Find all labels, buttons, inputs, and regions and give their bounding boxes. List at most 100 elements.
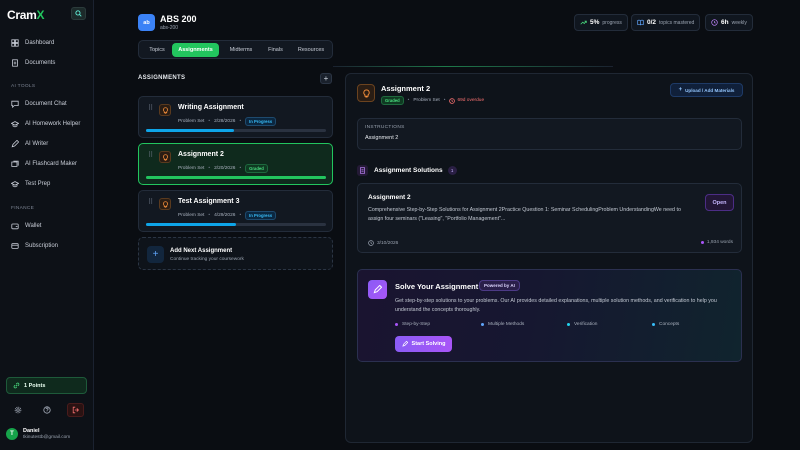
assignment-meta: Problem Set • 4/29/2026 • In Progress [178,211,277,220]
document-icon [11,59,19,67]
section-ai-tools: AI TOOLS [11,84,36,89]
app-logo[interactable]: CramX [7,8,44,22]
progress-bar [146,223,326,226]
assignments-heading: ASSIGNMENTS [138,75,186,81]
sidebar-item-ai-writer[interactable]: AI Writer [6,136,90,152]
sidebar-item-ai-flashcard-maker[interactable]: AI Flashcard Maker [6,156,90,172]
search-button[interactable] [71,7,86,20]
sidebar-item-wallet[interactable]: Wallet [6,218,90,234]
add-next-assignment-card[interactable]: + Add Next Assignment Continue tracking … [138,237,333,270]
sidebar-item-label: Subscription [25,243,59,249]
solutions-count: 1 [447,166,457,175]
search-icon [75,10,82,17]
stat-progress-value: 5% [590,19,600,26]
stat-weekly: 6h weekly [705,14,753,31]
sidebar-item-ai-homework-helper[interactable]: AI Homework Helper [6,116,90,132]
stat-weekly-value: 6h [721,19,729,26]
solution-word-count: 1,934 words [700,240,733,245]
assignment-meta: Problem Set • 2/28/2026 • In Progress [178,117,277,126]
lightbulb-icon [159,104,171,116]
lightbulb-icon [159,151,171,163]
progress-fill [146,129,235,132]
stat-mastered-value: 0/2 [647,19,657,26]
solutions-header: Assignment Solutions 1 [357,165,457,176]
assignment-date: 2/28/2026 [214,119,236,124]
settings-button[interactable] [9,403,26,417]
course-avatar: ab [138,14,155,31]
drag-handle-icon[interactable]: ⠿ [148,151,153,159]
plus-icon: + [147,246,164,263]
tab-midterms[interactable]: Midterms [222,43,260,57]
bullet-dot [567,323,570,326]
solve-title: Solve Your Assignment [395,282,479,291]
user-email: tkinutestb@gmail.com [23,435,71,440]
assignment-name: Test Assignment 3 [178,198,240,205]
sidebar-item-documents[interactable]: Documents [6,55,90,71]
sidebar-item-label: AI Writer [25,141,49,147]
assignment-name: Writing Assignment [178,104,244,111]
solution-card[interactable]: Assignment 2 Comprehensive Step-by-Step … [357,183,742,253]
sidebar-item-dashboard[interactable]: Dashboard [6,35,90,51]
user-profile[interactable]: T Daniel tkinutestb@gmail.com [6,428,70,440]
progress-bar [146,176,326,179]
clock-icon [449,97,456,104]
solutions-heading: Assignment Solutions [374,167,443,174]
bullet-dot [481,323,484,326]
solution-title: Assignment 2 [368,194,411,201]
tab-assignments[interactable]: Assignments [172,43,219,57]
status-badge: In Progress [245,211,277,220]
progress-fill [146,223,236,226]
start-solving-button[interactable]: Start Solving [395,336,452,352]
tab-resources[interactable]: Resources [292,43,330,57]
overdue-text: 69d overdue [457,98,485,103]
add-assignment-subtitle: Continue tracking your coursework [170,257,244,262]
page-title: ABS 200 [160,14,197,24]
status-badge: Graded [245,164,268,173]
sidebar-item-label: Document Chat [25,101,67,107]
pencil-icon [401,341,408,347]
upload-materials-button[interactable]: + Upload / Add Materials [670,83,743,97]
drag-handle-icon[interactable]: ⠿ [148,104,153,112]
document-icon [357,165,368,176]
stat-mastered-label: topics mastered [659,19,695,26]
assignment-card[interactable]: ⠿ Writing Assignment Problem Set • 2/28/20… [138,96,333,138]
open-button[interactable]: Open [705,194,734,211]
stat-progress-label: progress [602,19,622,26]
add-assignment-button[interactable]: + [320,73,332,84]
trending-up-icon [580,20,587,25]
app-root: CramX Dashboard Documents AI TOOLS Docum… [0,0,800,450]
assignment-meta: Problem Set • 2/20/2026 • Graded [178,164,268,173]
points-badge[interactable]: 1 Points [6,377,87,394]
sidebar-item-subscription[interactable]: Subscription [6,238,90,254]
powered-by-ai-badge: Powered by AI [479,280,520,291]
assignment-name: Assignment 2 [178,151,224,158]
detail-meta: Graded • Problem Set • 69d overdue [381,96,484,105]
tab-topics[interactable]: Topics [143,43,171,57]
card-icon [11,242,19,250]
sidebar-item-document-chat[interactable]: Document Chat [6,96,90,112]
user-name: Daniel [23,428,40,434]
lightbulb-icon [357,84,375,102]
overdue-label: 69d overdue [449,97,485,104]
plus-icon: + [678,87,683,93]
help-button[interactable] [38,403,55,417]
instructions-label: INSTRUCTIONS [365,125,405,130]
upload-label: Upload / Add Materials [685,87,735,93]
solution-description: Comprehensive Step-by-Step Solutions for… [368,207,681,222]
sidebar-item-test-prep[interactable]: Test Prep [6,176,90,192]
pencil-icon [368,280,387,299]
section-finance: FINANCE [11,206,35,211]
assignment-card-selected[interactable]: ⠿ Assignment 2 Problem Set • 2/20/2026 • Gra… [138,143,333,185]
logout-button[interactable] [67,403,84,417]
drag-handle-icon[interactable]: ⠿ [148,198,153,206]
chat-icon [11,100,19,108]
progress-fill [146,176,326,179]
tab-finals[interactable]: Finals [263,43,288,57]
pen-icon [11,140,19,148]
plus-icon: + [323,74,329,83]
instructions-value: Assignment 2 [365,135,399,141]
book-icon [637,19,644,26]
assignment-card[interactable]: ⠿ Test Assignment 3 Problem Set • 4/29/202… [138,190,333,232]
sidebar-item-label: Documents [25,60,56,66]
bullet-dot [700,241,704,244]
